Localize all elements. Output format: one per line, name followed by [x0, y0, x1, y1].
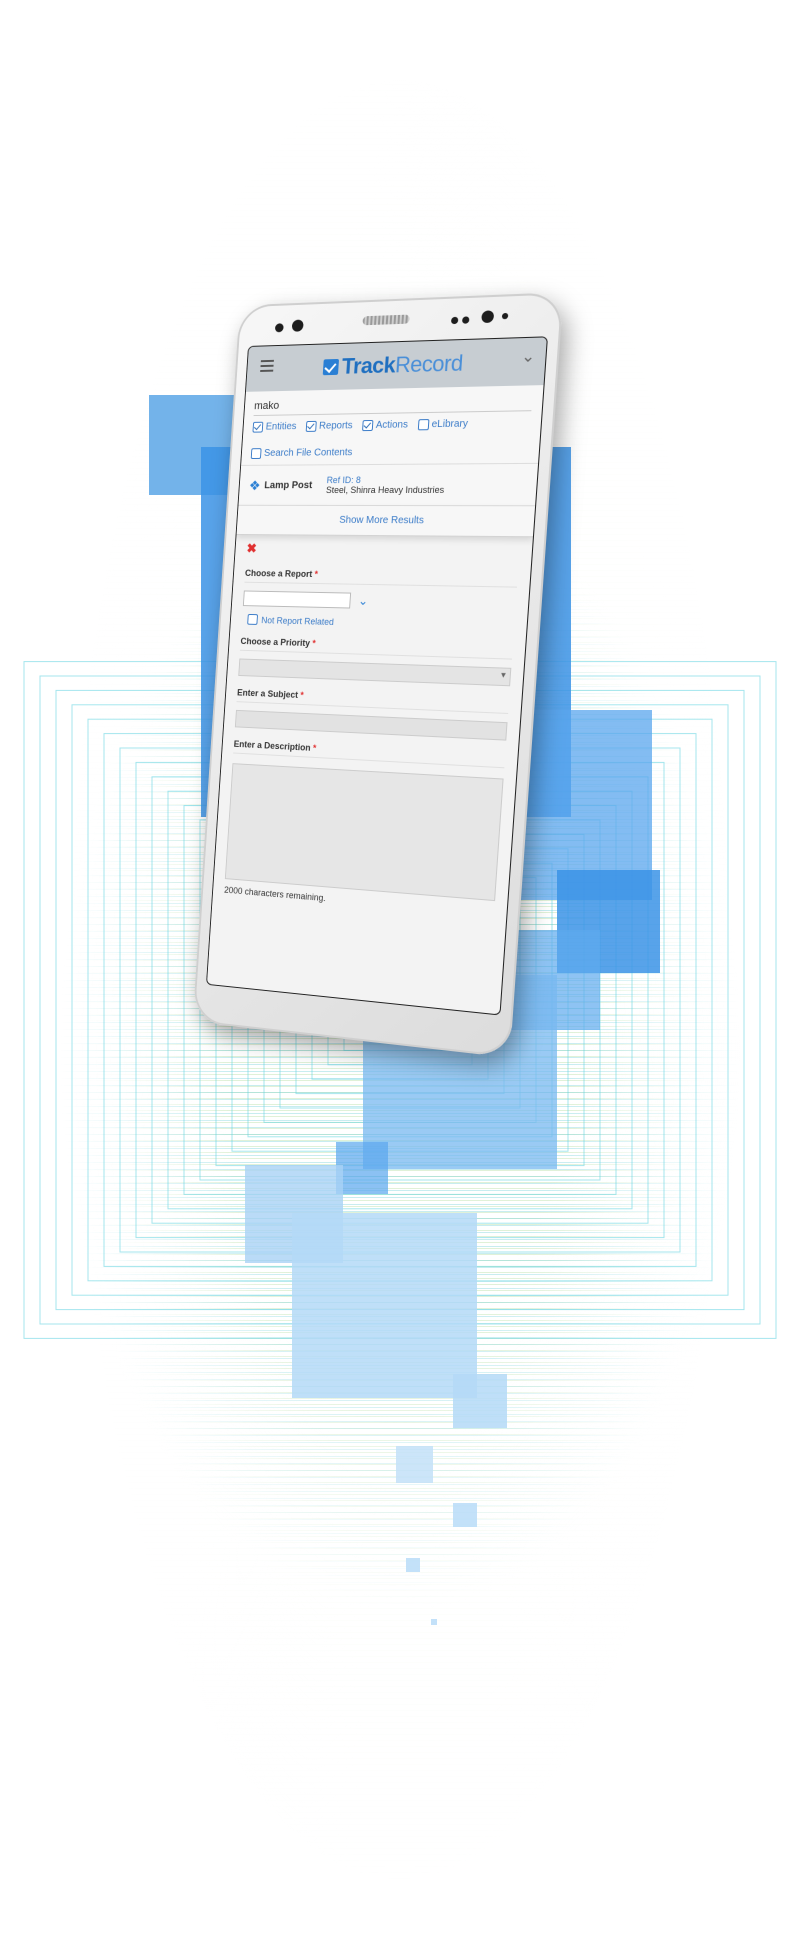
logo-record-text: Record	[394, 350, 464, 378]
search-filters: Entities Reports Actions eLibrary Search…	[250, 417, 531, 459]
result-detail: Ref ID: 8 Steel, Shinra Heavy Industries	[326, 475, 446, 495]
filter-actions[interactable]: Actions	[361, 419, 409, 432]
checkbox-actions[interactable]	[361, 419, 374, 432]
camera-icon	[274, 323, 284, 333]
entity-icon: ❖	[248, 476, 262, 493]
phone-screen: TrackRecord ⌄ mako Entities Reports Acti…	[205, 336, 549, 1016]
new-action-form: ✖ Choose a Report * ⌄ Not Report Related…	[213, 535, 533, 925]
checkbox-entities[interactable]	[252, 421, 264, 433]
result-subtitle: Steel, Shinra Heavy Industries	[325, 484, 445, 496]
description-field-label: Enter a Description *	[233, 738, 506, 769]
chevron-down-icon[interactable]: ⌄	[358, 594, 369, 608]
filter-label: eLibrary	[431, 418, 469, 431]
description-textarea[interactable]	[224, 763, 504, 902]
filter-label: Entities	[265, 421, 297, 433]
required-marker: *	[312, 638, 317, 649]
search-result[interactable]: ❖ Lamp Post Ref ID: 8 Steel, Shinra Heav…	[238, 463, 539, 507]
filter-label: Actions	[375, 419, 409, 431]
phone-mockup: TrackRecord ⌄ mako Entities Reports Acti…	[192, 292, 564, 1058]
filter-elibrary[interactable]: eLibrary	[417, 418, 469, 431]
checkbox-reports[interactable]	[305, 420, 317, 432]
not-related-label: Not Report Related	[261, 614, 335, 627]
checkbox-not-report-related[interactable]	[247, 613, 259, 625]
hamburger-menu-icon[interactable]	[260, 359, 274, 372]
subject-input[interactable]	[234, 709, 508, 741]
checkbox-file-contents[interactable]	[250, 448, 262, 459]
subject-label-text: Enter a Subject	[236, 687, 299, 700]
filter-label: Search File Contents	[263, 447, 353, 459]
sensor-icon	[461, 316, 470, 324]
required-marker: *	[300, 690, 305, 701]
required-marker: *	[312, 743, 317, 754]
required-marker: *	[314, 569, 319, 580]
report-label-text: Choose a Report	[244, 568, 313, 579]
logo-check-icon	[322, 358, 339, 376]
chevron-down-icon[interactable]: ⌄	[521, 346, 536, 367]
priority-label-text: Choose a Priority	[240, 636, 311, 649]
filter-file-contents[interactable]: Search File Contents	[250, 445, 529, 459]
app-logo: TrackRecord	[322, 350, 464, 380]
sensor-icon	[450, 316, 459, 325]
speaker-grille	[362, 314, 410, 326]
result-ref-id: Ref ID: 8	[326, 475, 362, 486]
report-select-row: ⌄	[242, 590, 517, 612]
filter-label: Reports	[318, 420, 353, 432]
camera-icon	[481, 310, 495, 324]
phone-body: TrackRecord ⌄ mako Entities Reports Acti…	[192, 292, 564, 1058]
priority-field-label: Choose a Priority *	[239, 636, 514, 660]
checkbox-elibrary[interactable]	[417, 419, 430, 431]
search-panel: mako Entities Reports Actions eLibrary S…	[241, 385, 544, 466]
app-header: TrackRecord ⌄	[245, 337, 547, 392]
camera-icon	[291, 319, 304, 332]
subject-field-label: Enter a Subject *	[236, 687, 510, 714]
logo-track-text: Track	[341, 352, 397, 379]
not-report-related[interactable]: Not Report Related	[247, 613, 514, 632]
report-select[interactable]	[242, 590, 352, 609]
priority-select[interactable]	[238, 658, 512, 687]
filter-entities[interactable]: Entities	[252, 421, 297, 433]
sensor-icon	[501, 312, 509, 320]
show-more-results-link[interactable]: Show More Results	[236, 505, 536, 538]
report-field-label: Choose a Report *	[244, 568, 519, 588]
close-icon[interactable]: ✖	[246, 541, 520, 560]
search-input[interactable]: mako	[253, 391, 533, 417]
description-label-text: Enter a Description	[233, 738, 311, 753]
result-name: Lamp Post	[263, 479, 313, 491]
filter-reports[interactable]: Reports	[305, 420, 353, 432]
